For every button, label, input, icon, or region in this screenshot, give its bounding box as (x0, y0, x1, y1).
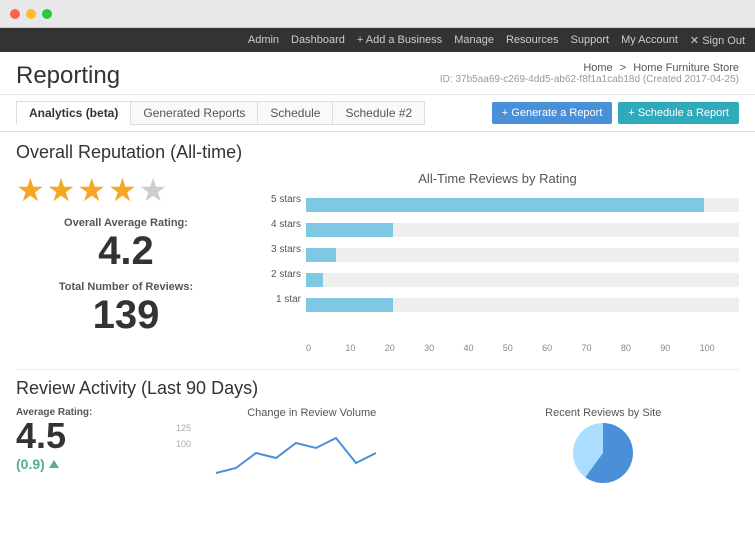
volume-chart-svg (196, 423, 468, 483)
x-tick-5: 50 (503, 343, 542, 353)
avg-rating-value: 4.2 (16, 229, 236, 273)
nav-my-account[interactable]: My Account (621, 34, 678, 46)
star-1: ★ (16, 171, 45, 209)
bar-chart-title: All-Time Reviews by Rating (256, 171, 739, 186)
id-line: ID: 37b5aa69-c269-4dd5-ab62-f8f1a1cab18d… (440, 74, 739, 85)
y-label-100: 100 (176, 439, 191, 449)
bar-row-0: 5 stars (306, 194, 739, 216)
bar-fill-1 (306, 223, 393, 237)
bar-fill-2 (306, 248, 336, 262)
activity-section: Review Activity (Last 90 Days) Average R… (16, 369, 739, 483)
nav-support[interactable]: Support (571, 34, 610, 46)
avg-rating-label: Overall Average Rating: (16, 217, 236, 229)
nav-sign-out[interactable]: ✕ Sign Out (690, 34, 745, 47)
change-row: (0.9) (16, 456, 156, 472)
tab-schedule2[interactable]: Schedule #2 (332, 101, 425, 125)
bar-label-3: 2 stars (256, 269, 301, 280)
bar-chart: 5 stars 4 stars 3 stars 2 stars 1 star (256, 194, 739, 339)
bar-label-0: 5 stars (256, 194, 301, 205)
tab-generated-reports[interactable]: Generated Reports (130, 101, 257, 125)
x-tick-3: 30 (424, 343, 463, 353)
bar-fill-0 (306, 198, 704, 212)
x-axis: 0102030405060708090100 (256, 343, 739, 353)
bar-row-3: 2 stars (306, 269, 739, 291)
bar-fill-4 (306, 298, 393, 312)
star-2: ★ (47, 171, 76, 209)
y-label-125: 125 (176, 423, 191, 433)
nav-manage[interactable]: Manage (454, 34, 494, 46)
bar-track-0 (306, 198, 739, 212)
x-tick-0: 0 (306, 343, 345, 353)
content-area: Overall Reputation (All-time) ★ ★ ★ ★ ★ … (0, 132, 755, 493)
bar-track-3 (306, 273, 739, 287)
generate-report-button[interactable]: + Generate a Report (492, 102, 613, 124)
breadcrumb-sep: > (620, 62, 626, 74)
close-dot[interactable] (10, 9, 20, 19)
rating-left: ★ ★ ★ ★ ★ Overall Average Rating: 4.2 To… (16, 171, 236, 353)
breadcrumb-area: Home > Home Furniture Store ID: 37b5aa69… (440, 62, 739, 85)
x-tick-8: 80 (621, 343, 660, 353)
x-tick-2: 20 (385, 343, 424, 353)
x-tick-10: 100 (700, 343, 739, 353)
bar-row-2: 3 stars (306, 244, 739, 266)
activity-left: Average Rating: 4.5 (0.9) (16, 407, 156, 483)
nav-add-business[interactable]: + Add a Business (357, 34, 442, 46)
window-chrome (0, 0, 755, 28)
nav-resources[interactable]: Resources (506, 34, 559, 46)
donut-chart (573, 423, 633, 483)
total-reviews-label: Total Number of Reviews: (16, 281, 236, 293)
star-4: ★ (108, 171, 137, 209)
volume-chart: 125 100 (176, 423, 448, 483)
total-reviews-value: 139 (16, 293, 236, 337)
recent-reviews-area: Recent Reviews by Site (468, 407, 740, 483)
tab-schedule[interactable]: Schedule (257, 101, 332, 125)
star-5: ★ (139, 171, 168, 209)
nav-admin[interactable]: Admin (248, 34, 279, 46)
x-tick-9: 90 (660, 343, 699, 353)
volume-chart-title: Change in Review Volume (176, 407, 448, 419)
bar-label-2: 3 stars (256, 244, 301, 255)
bar-label-4: 1 star (256, 294, 301, 305)
activity-section-title: Review Activity (Last 90 Days) (16, 378, 739, 399)
review-volume-area: Change in Review Volume 125 100 (176, 407, 448, 483)
tabs-left: Analytics (beta) Generated Reports Sched… (16, 101, 425, 125)
top-nav: Admin Dashboard + Add a Business Manage … (0, 28, 755, 52)
x-tick-7: 70 (582, 343, 621, 353)
x-tick-6: 60 (542, 343, 581, 353)
bar-row-1: 4 stars (306, 219, 739, 241)
main-wrapper: Reporting Home > Home Furniture Store ID… (0, 52, 755, 540)
tabs-right: + Generate a Report + Schedule a Report (492, 102, 739, 124)
recent-reviews-title: Recent Reviews by Site (468, 407, 740, 419)
minimize-dot[interactable] (26, 9, 36, 19)
nav-dashboard[interactable]: Dashboard (291, 34, 345, 46)
bar-track-4 (306, 298, 739, 312)
bar-track-2 (306, 248, 739, 262)
reputation-section: ★ ★ ★ ★ ★ Overall Average Rating: 4.2 To… (16, 171, 739, 353)
x-tick-1: 10 (345, 343, 384, 353)
bar-label-1: 4 stars (256, 219, 301, 230)
bar-track-1 (306, 223, 739, 237)
breadcrumb-store[interactable]: Home Furniture Store (633, 62, 739, 74)
chart-right: All-Time Reviews by Rating 5 stars 4 star… (256, 171, 739, 353)
tab-analytics[interactable]: Analytics (beta) (16, 101, 130, 125)
x-tick-4: 40 (463, 343, 502, 353)
schedule-report-button[interactable]: + Schedule a Report (618, 102, 739, 124)
maximize-dot[interactable] (42, 9, 52, 19)
page-title: Reporting (16, 62, 120, 90)
stars-row: ★ ★ ★ ★ ★ (16, 171, 236, 209)
activity-avg-value: 4.5 (16, 418, 156, 454)
bar-fill-3 (306, 273, 323, 287)
activity-row: Average Rating: 4.5 (0.9) Change in Revi… (16, 407, 739, 483)
arrow-up-icon (49, 460, 59, 468)
star-3: ★ (77, 171, 106, 209)
header-row: Reporting Home > Home Furniture Store ID… (0, 52, 755, 95)
breadcrumb-home[interactable]: Home (583, 62, 612, 74)
reputation-section-title: Overall Reputation (All-time) (16, 142, 739, 163)
tabs-row: Analytics (beta) Generated Reports Sched… (0, 95, 755, 132)
change-value: (0.9) (16, 456, 45, 472)
bar-row-4: 1 star (306, 294, 739, 316)
